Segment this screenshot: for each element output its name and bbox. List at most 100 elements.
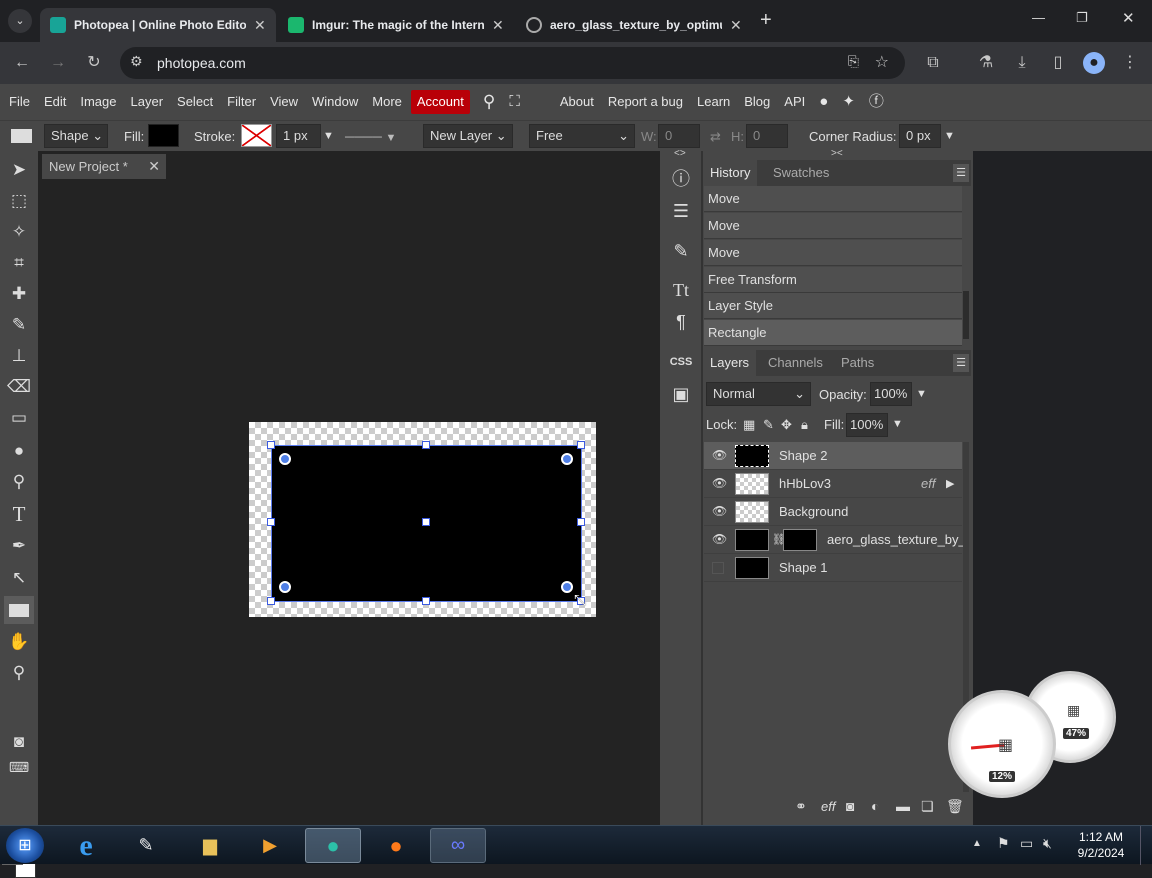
new-layer-select[interactable]: New Layer ⌄ [423, 124, 513, 148]
close-window-icon[interactable]: ✕ [1122, 9, 1135, 27]
stroke-width-dropdown-icon[interactable]: ▼ [323, 121, 334, 152]
close-tab-icon[interactable]: ✕ [492, 17, 504, 34]
transform-handle[interactable] [422, 597, 430, 605]
corner-radius-input[interactable]: 0 px [899, 124, 941, 148]
image-icon[interactable]: ▣ [666, 380, 696, 408]
menu-view[interactable]: View [263, 84, 305, 120]
address-bar[interactable]: ⚙ photopea.com ⎘ ☆ [120, 47, 905, 79]
move-tool-icon[interactable]: ➤ [4, 156, 34, 184]
corner-radius-handle[interactable] [561, 581, 573, 593]
transform-handle[interactable] [267, 441, 275, 449]
menu-report-bug[interactable]: Report a bug [601, 84, 690, 120]
extensions-icon[interactable]: ⧉ [922, 52, 944, 74]
forward-icon[interactable]: → [47, 52, 69, 74]
install-app-icon[interactable]: ⎘ [848, 53, 859, 70]
browser-menu-icon[interactable]: ⋮ [1119, 52, 1141, 74]
restore-icon[interactable]: ❐ [1076, 10, 1088, 26]
transform-handle[interactable] [577, 518, 585, 526]
visibility-eye-icon[interactable]: 👁︎ [712, 476, 727, 490]
history-item-current[interactable]: Rectangle [704, 320, 962, 346]
fill-input[interactable]: 100% [846, 413, 888, 437]
internet-explorer-icon[interactable]: e [58, 828, 114, 863]
transform-handle[interactable] [267, 518, 275, 526]
stroke-style-select[interactable]: ──── ▼ [345, 121, 396, 154]
file-explorer-icon[interactable]: ▆ [182, 828, 238, 863]
account-button[interactable]: Account [410, 90, 470, 114]
history-item[interactable]: Free Transform [704, 267, 962, 293]
volume-muted-icon[interactable]: 🔇︎ [1043, 835, 1052, 852]
transform-handle[interactable] [422, 518, 430, 526]
visibility-off-box[interactable] [712, 562, 724, 574]
zoom-tool-icon[interactable]: ⚲ [4, 659, 34, 687]
twitter-icon[interactable]: ✦ [835, 84, 862, 120]
panel-menu-icon[interactable]: ☰ [953, 354, 969, 372]
menu-image[interactable]: Image [73, 84, 123, 120]
close-document-icon[interactable]: ✕ [148, 154, 160, 179]
notepad-icon[interactable]: ✎ [118, 828, 174, 863]
layer-row-hidden[interactable]: Shape 1 [704, 554, 962, 582]
magic-wand-tool-icon[interactable]: ✧ [4, 218, 34, 246]
clock[interactable]: 1:12 AM 9/2/2024 [1068, 829, 1134, 861]
eraser-tool-icon[interactable]: ⌫ [4, 373, 34, 401]
history-item[interactable]: Move [704, 240, 962, 266]
action-center-flag-icon[interactable]: ⚑ [997, 835, 1010, 852]
show-hidden-icons[interactable]: ▲ [972, 838, 982, 849]
tab-paths[interactable]: Paths [834, 350, 881, 376]
layer-row-selected[interactable]: 👁︎ Shape 2 [704, 442, 962, 470]
visibility-eye-icon[interactable]: 👁︎ [712, 532, 727, 546]
visibility-eye-icon[interactable]: 👁︎ [712, 448, 727, 462]
history-item[interactable]: Move [704, 213, 962, 239]
lock-pixels-icon[interactable]: ✎ [763, 409, 774, 440]
constraint-select[interactable]: Free ⌄ [529, 124, 635, 148]
layer-row[interactable]: 👁︎ Background [704, 498, 962, 526]
stroke-color-swatch[interactable] [241, 124, 272, 147]
menu-edit[interactable]: Edit [37, 84, 73, 120]
start-orb-icon[interactable]: ⊞ [6, 828, 44, 863]
opacity-input[interactable]: 100% [870, 382, 912, 406]
side-panel-icon[interactable]: ▯ [1047, 52, 1069, 74]
close-tab-icon[interactable]: ✕ [730, 17, 742, 34]
height-input[interactable]: 0 [746, 124, 788, 148]
menu-blog[interactable]: Blog [737, 84, 777, 120]
screen-mode-icon[interactable]: ⌨ [4, 753, 34, 781]
tab-history[interactable]: History [703, 160, 758, 186]
link-icon[interactable]: ⇄ [710, 121, 721, 152]
opacity-dropdown-icon[interactable]: ▼ [916, 379, 927, 410]
paragraph-icon[interactable]: ¶ [666, 308, 696, 336]
transform-handle[interactable] [267, 597, 275, 605]
close-tab-icon[interactable]: ✕ [254, 17, 266, 34]
bookmark-star-icon[interactable]: ☆ [875, 52, 889, 72]
crop-tool-icon[interactable]: ⌗ [4, 249, 34, 277]
site-settings-icon[interactable]: ⚙ [130, 53, 143, 70]
facebook-icon[interactable]: ⓕ [862, 84, 891, 120]
document-tab[interactable]: New Project * ✕ [42, 154, 166, 179]
link-layers-icon[interactable]: ⚭ [795, 798, 807, 815]
show-desktop-button[interactable] [1140, 826, 1152, 865]
fullscreen-icon[interactable]: ⛶ [502, 84, 527, 120]
menu-filter[interactable]: Filter [220, 84, 263, 120]
new-layer-icon[interactable]: ❏ [921, 798, 934, 815]
width-input[interactable]: 0 [658, 124, 700, 148]
media-player-icon[interactable]: ▶ [242, 828, 298, 863]
layer-row[interactable]: 👁︎ ⛓ aero_glass_texture_by_ [704, 526, 966, 554]
lock-all-icon[interactable]: 🔒︎ [801, 409, 808, 440]
add-effect-button[interactable]: eff [821, 799, 835, 814]
tab-photopea[interactable]: Photopea | Online Photo Editor ✕ [40, 8, 276, 42]
tab-channels[interactable]: Channels [761, 350, 830, 376]
info-icon[interactable]: ⓘ [666, 165, 696, 193]
layer-row[interactable]: 👁︎ hHbLov3 eff ▶ [704, 470, 962, 498]
tab-aero-glass[interactable]: aero_glass_texture_by_optimum ✕ [516, 8, 752, 42]
menu-api[interactable]: API [777, 84, 812, 120]
download-icon[interactable]: ⤓ [1011, 52, 1033, 74]
menu-file[interactable]: File [2, 84, 37, 120]
history-item[interactable]: Move [704, 186, 962, 212]
expand-effects-icon[interactable]: ▶ [946, 470, 954, 498]
menu-select[interactable]: Select [170, 84, 220, 120]
character-icon[interactable]: Tt [666, 276, 696, 304]
css-icon[interactable]: CSS [666, 348, 696, 376]
transform-handle[interactable] [422, 441, 430, 449]
corner-radius-dropdown-icon[interactable]: ▼ [944, 121, 955, 152]
network-icon[interactable]: ▭ [1020, 835, 1033, 852]
dodge-tool-icon[interactable]: ⚲ [4, 468, 34, 496]
blur-tool-icon[interactable]: ● [4, 437, 34, 465]
